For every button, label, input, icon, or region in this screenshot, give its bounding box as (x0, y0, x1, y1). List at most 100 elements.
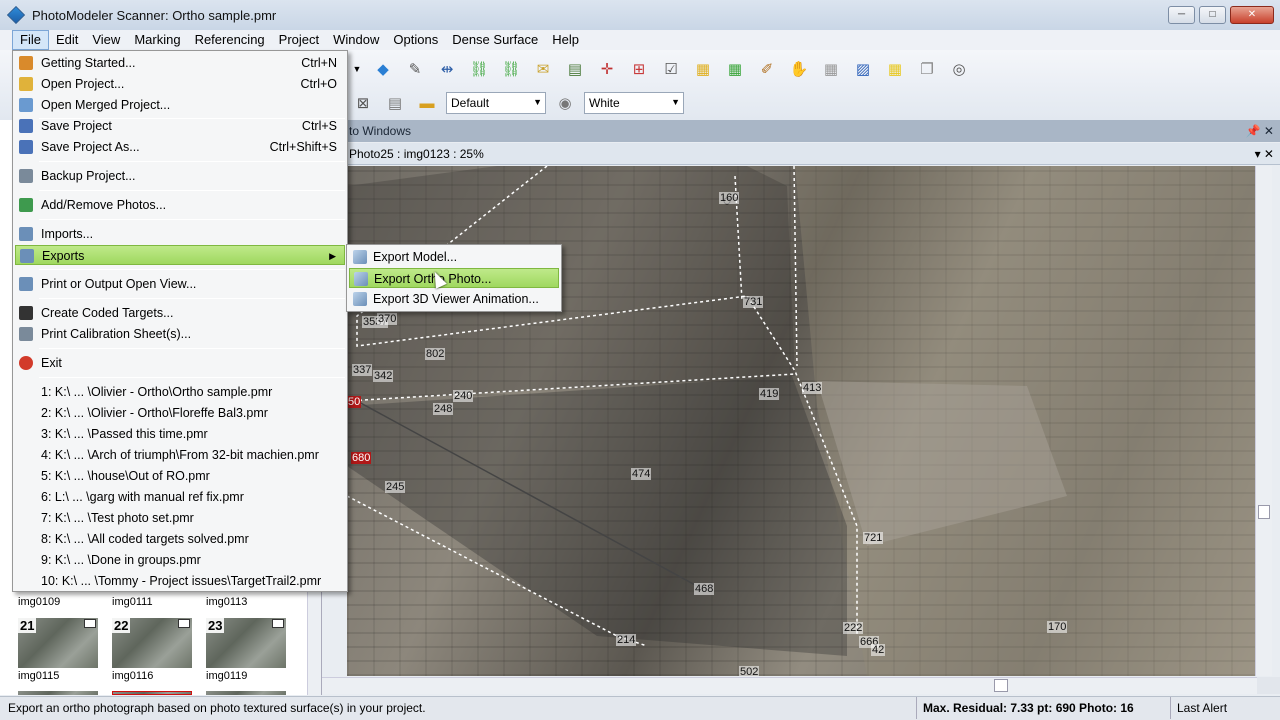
point-label: 337 (352, 364, 373, 376)
table-icon[interactable]: ⊞ (626, 56, 652, 82)
layer-select[interactable]: Default ▼ (446, 92, 546, 114)
photo-viewport[interactable]: 160 731 3537 370 802 337 342 240 248 419… (347, 166, 1255, 676)
photo-thumbnail[interactable]: 21 (18, 618, 98, 668)
menu-window[interactable]: Window (326, 30, 386, 50)
thumb-caption: img0115 (18, 670, 60, 682)
file-menu: Getting Started... Ctrl+N Open Project..… (12, 50, 348, 592)
last-alert-button[interactable]: Last Alert (1170, 697, 1227, 719)
photo-thumbnail[interactable] (18, 691, 98, 695)
menu-item-add-remove-photos[interactable]: Add/Remove Photos... (15, 195, 345, 215)
grid-check-icon[interactable]: ▦ (722, 56, 748, 82)
menu-referencing[interactable]: Referencing (188, 30, 272, 50)
recent-file-item[interactable]: 3: K:\ ... \Passed this time.pmr (15, 424, 345, 444)
menu-item-exports[interactable]: Exports ▶ (15, 245, 345, 265)
arrows-icon[interactable]: ✛ (594, 56, 620, 82)
dropdown-arrow-icon[interactable]: ▼ (350, 56, 364, 82)
stair-region (347, 376, 847, 656)
camera-icon (84, 619, 96, 628)
menu-item-export-model[interactable]: Export Model... (349, 247, 559, 267)
thumb-number: 23 (206, 618, 225, 633)
recent-file-item[interactable]: 6: L:\ ... \garg with manual ref fix.pmr (15, 487, 345, 507)
menu-item-save-project-as[interactable]: Save Project As... Ctrl+Shift+S (15, 137, 345, 157)
dock-titlebar: to Windows 📌 ✕ (345, 120, 1280, 142)
pencil-icon[interactable]: ✎ (402, 56, 428, 82)
menu-item-create-coded-targets[interactable]: Create Coded Targets... (15, 303, 345, 323)
vertical-scroll-thumb[interactable] (1258, 505, 1270, 519)
menu-item-open-project[interactable]: Open Project... Ctrl+O (15, 74, 345, 94)
app-icon (6, 5, 26, 25)
menu-item-save-project[interactable]: Save Project Ctrl+S (15, 116, 345, 136)
menu-item-export-ortho-photo[interactable]: Export Ortho Photo... (349, 268, 559, 288)
menu-help[interactable]: Help (545, 30, 586, 50)
photo-grid-icon[interactable]: ⊠ (350, 90, 376, 116)
dock-controls[interactable]: 📌 ✕ (1246, 120, 1274, 142)
menu-item-exit[interactable]: Exit (15, 353, 345, 373)
recent-file-item[interactable]: 8: K:\ ... \All coded targets solved.pmr (15, 529, 345, 549)
color-select-value: White (589, 96, 620, 110)
target-icon[interactable]: ◎ (946, 56, 972, 82)
vertical-scrollbar[interactable] (1255, 166, 1272, 676)
title-bar: PhotoModeler Scanner: Ortho sample.pmr ─… (0, 0, 1280, 30)
photo-thumbnail[interactable]: 22 (112, 618, 192, 668)
menu-item-backup-project[interactable]: Backup Project... (15, 166, 345, 186)
menu-dense-surface[interactable]: Dense Surface (445, 30, 545, 50)
menu-file[interactable]: File (12, 30, 49, 50)
menu-separator (39, 219, 345, 220)
point-label: 342 (373, 370, 394, 382)
menu-options[interactable]: Options (386, 30, 445, 50)
photo-thumbnail-selected[interactable] (112, 691, 192, 695)
grid-gray-icon[interactable]: ▦ (818, 56, 844, 82)
checklist-icon[interactable]: ☑ (658, 56, 684, 82)
photo-window-controls[interactable]: ▾ ✕ (1255, 143, 1274, 165)
menu-item-imports[interactable]: Imports... (15, 224, 345, 244)
diamond-icon[interactable]: ◆ (370, 56, 396, 82)
hand-icon[interactable]: ✋ (786, 56, 812, 82)
link-icon[interactable]: ⛓ (466, 56, 492, 82)
menu-item-export-3d-viewer-animation[interactable]: Export 3D Viewer Animation... (349, 289, 559, 309)
horizontal-scroll-thumb[interactable] (994, 679, 1008, 692)
horizontal-scrollbar[interactable] (322, 677, 1257, 694)
menu-item-print-output[interactable]: Print or Output Open View... (15, 274, 345, 294)
menu-view[interactable]: View (85, 30, 127, 50)
measure-icon[interactable]: ✉ (530, 56, 556, 82)
photo-thumbnail[interactable]: 23 (206, 618, 286, 668)
status-message: Export an ortho photograph based on phot… (8, 701, 426, 715)
recent-file-item[interactable]: 4: K:\ ... \Arch of triumph\From 32-bit … (15, 445, 345, 465)
menu-item-getting-started[interactable]: Getting Started... Ctrl+N (15, 53, 345, 73)
menu-item-open-merged-project[interactable]: Open Merged Project... (15, 95, 345, 115)
table-view-icon[interactable]: ▤ (382, 90, 408, 116)
process-icon[interactable]: ▤ (562, 56, 588, 82)
close-button[interactable]: ✕ (1230, 6, 1274, 24)
grid-yellow-icon[interactable]: ▦ (690, 56, 716, 82)
link-green-icon[interactable]: ⛓ (498, 56, 524, 82)
menu-item-print-calibration[interactable]: Print Calibration Sheet(s)... (15, 324, 345, 344)
menu-project[interactable]: Project (272, 30, 326, 50)
point-label: 245 (385, 481, 406, 493)
mesh-icon[interactable]: ▨ (850, 56, 876, 82)
menu-separator (39, 298, 345, 299)
menu-edit[interactable]: Edit (49, 30, 85, 50)
point-label: 170 (1047, 621, 1068, 633)
recent-file-item[interactable]: 10: K:\ ... \Tommy - Project issues\Targ… (15, 571, 345, 591)
recent-file-item[interactable]: 9: K:\ ... \Done in groups.pmr (15, 550, 345, 570)
recent-file-item[interactable]: 5: K:\ ... \house\Out of RO.pmr (15, 466, 345, 486)
recent-file-item[interactable]: 7: K:\ ... \Test photo set.pmr (15, 508, 345, 528)
dock-title: to Windows (349, 124, 412, 138)
menu-separator (39, 348, 345, 349)
recent-file-item[interactable]: 2: K:\ ... \Olivier - Ortho\Floreffe Bal… (15, 403, 345, 423)
backup-icon (19, 169, 33, 183)
export-model-icon (353, 250, 367, 264)
minimize-button[interactable]: ─ (1168, 6, 1195, 24)
recent-file-item[interactable]: 1: K:\ ... \Olivier - Ortho\Ortho sample… (15, 382, 345, 402)
photo-window-title: Photo25 : img0123 : 25% (349, 147, 484, 161)
maximize-button[interactable]: □ (1199, 6, 1226, 24)
save-as-icon (19, 140, 33, 154)
ruler-icon[interactable]: ✐ (754, 56, 780, 82)
color-select[interactable]: White ▼ (584, 92, 684, 114)
yellow-grid-icon[interactable]: ▦ (882, 56, 908, 82)
squares-icon[interactable]: ❐ (914, 56, 940, 82)
status-bar: Export an ortho photograph based on phot… (0, 696, 1280, 720)
reference-icon[interactable]: ⇹ (434, 56, 460, 82)
menu-marking[interactable]: Marking (127, 30, 187, 50)
photo-thumbnail[interactable] (206, 691, 286, 695)
